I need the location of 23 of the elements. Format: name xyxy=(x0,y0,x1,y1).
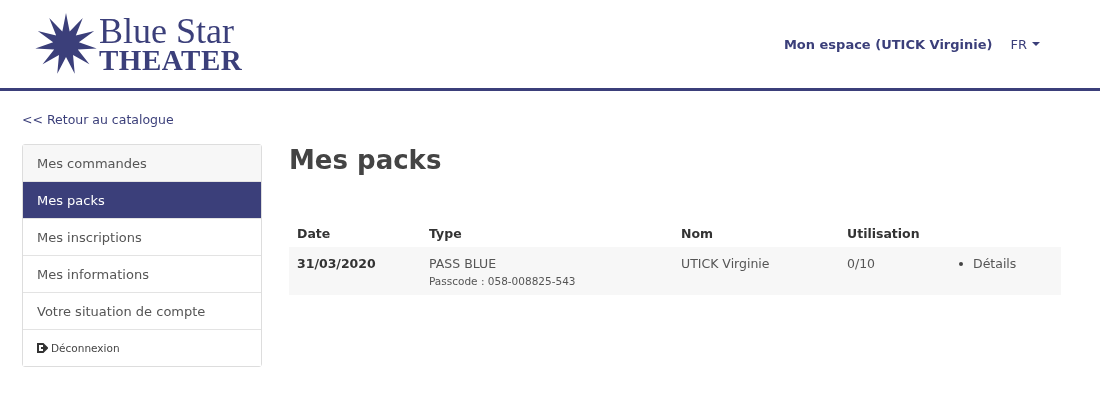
column-header: Date xyxy=(297,225,332,244)
sidebar-item[interactable]: Mes packs xyxy=(23,181,261,218)
language-dropdown[interactable]: FR xyxy=(1010,36,1040,52)
logo-subtitle: THEATER xyxy=(99,47,243,74)
usage-cell-text: 0/10 xyxy=(847,256,877,274)
back-link[interactable]: << Retour au catalogue xyxy=(22,112,174,127)
column-header: Type xyxy=(429,225,463,244)
date-cell-text: 31/03/2020 xyxy=(297,256,377,274)
sidebar-item[interactable]: Mes commandes xyxy=(23,145,261,181)
details-link[interactable]: Détails xyxy=(973,256,1017,272)
name-cell-text: UTICK Virginie xyxy=(681,256,771,274)
star-logo-icon xyxy=(35,13,97,75)
column-header: Utilisation xyxy=(847,225,921,244)
logo-title: Blue Star xyxy=(99,14,235,48)
bullet-icon xyxy=(959,262,963,267)
account-link[interactable]: Mon espace (UTICK Virginie) xyxy=(783,36,993,52)
column-header: Nom xyxy=(681,225,715,244)
logout-icon xyxy=(37,343,48,353)
caret-icon xyxy=(1032,42,1040,46)
logout-link[interactable]: Déconnexion xyxy=(23,329,261,366)
type-cell-text: PASS BLUE xyxy=(429,256,498,272)
passcode-text: Passcode : 058-008825-543 xyxy=(429,275,577,288)
page-title: Mes packs xyxy=(289,144,443,177)
